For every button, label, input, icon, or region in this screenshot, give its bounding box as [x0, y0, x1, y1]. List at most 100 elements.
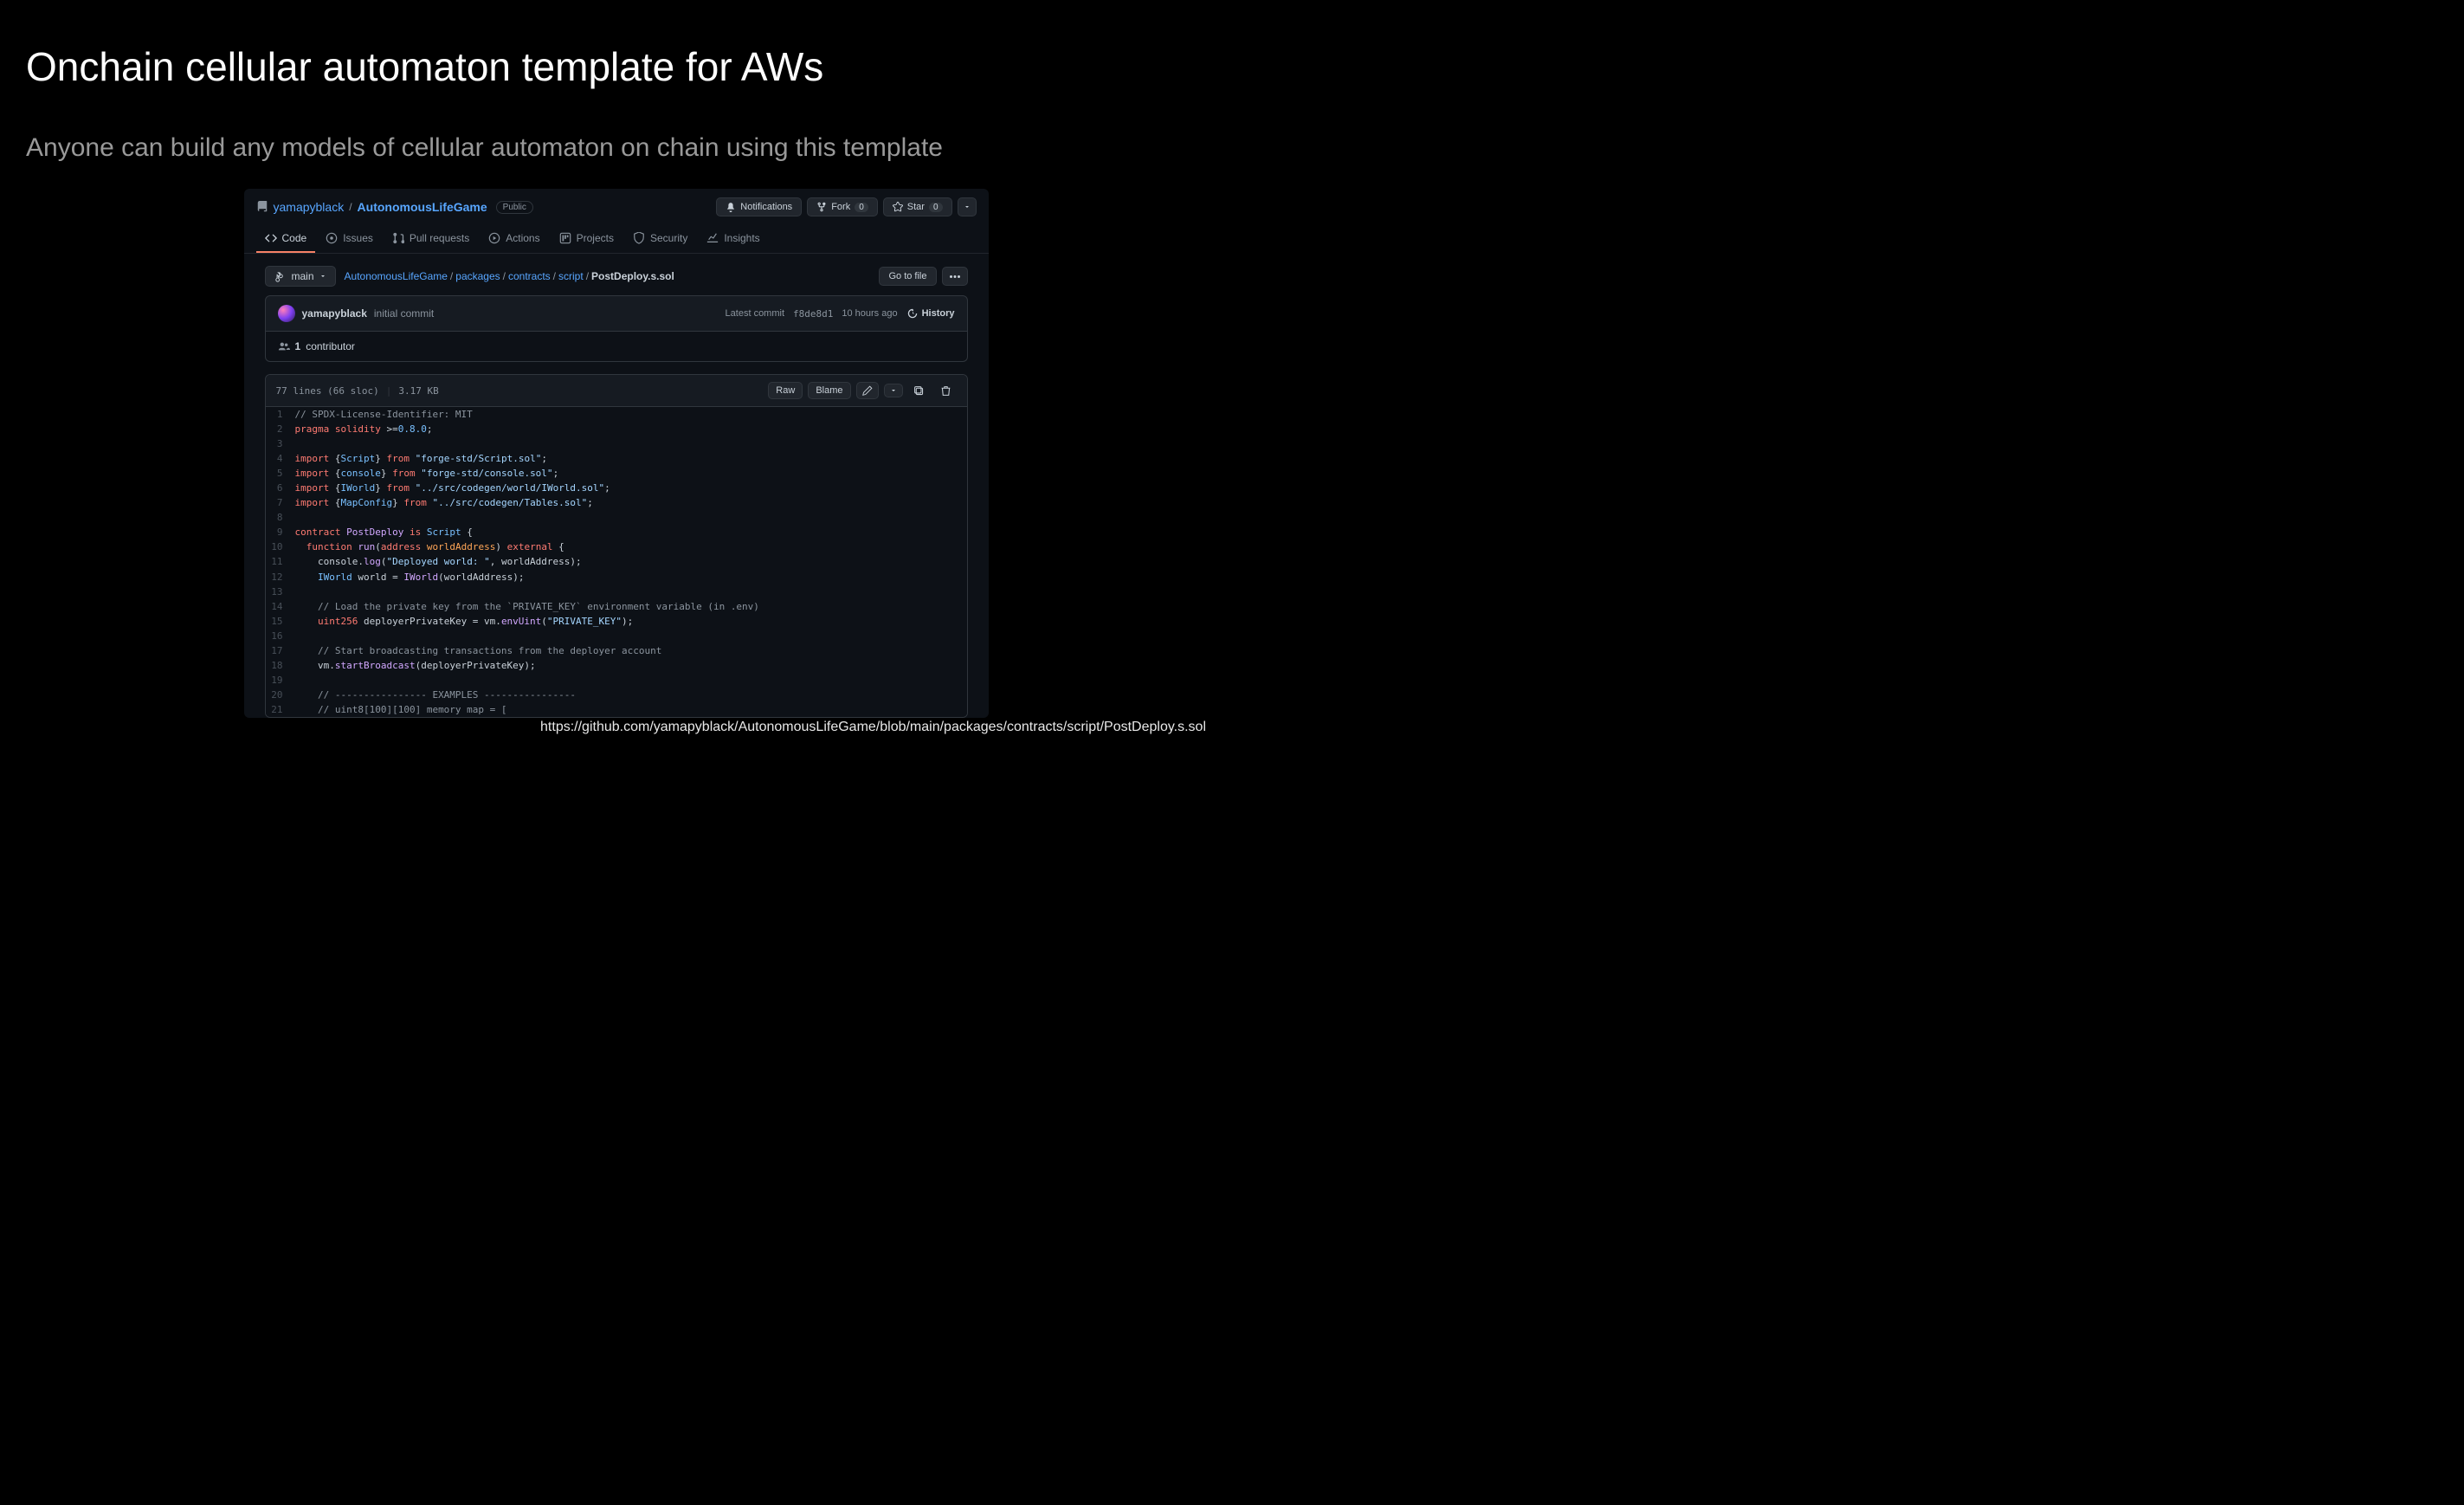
commit-sha[interactable]: f8de8d1 [793, 308, 833, 320]
tab-actions[interactable]: Actions [480, 225, 548, 253]
line-number[interactable]: 14 [266, 599, 295, 614]
tab-projects[interactable]: Projects [551, 225, 622, 253]
file-size: 3.17 KB [398, 385, 438, 397]
line-number[interactable]: 2 [266, 422, 295, 436]
line-number[interactable]: 13 [266, 585, 295, 599]
tab-insights[interactable]: Insights [698, 225, 768, 253]
code-header: 77 lines (66 sloc) | 3.17 KB Raw Blame [266, 375, 967, 407]
footer-url: https://github.com/yamapyblack/Autonomou… [540, 720, 1206, 735]
slide-title: Onchain cellular automaton template for … [26, 43, 1206, 90]
line-content: contract PostDeploy is Script { [295, 525, 473, 539]
history-button[interactable]: History [906, 307, 955, 320]
line-content: import {IWorld} from "../src/codegen/wor… [295, 481, 610, 495]
line-content: import {console} from "forge-std/console… [295, 466, 559, 481]
line-number[interactable]: 5 [266, 466, 295, 481]
code-body[interactable]: 1// SPDX-License-Identifier: MIT2pragma … [266, 407, 967, 717]
raw-button[interactable]: Raw [768, 382, 803, 399]
code-line: 20 // ---------------- EXAMPLES --------… [266, 688, 967, 702]
repo-name-link[interactable]: AutonomousLifeGame [358, 200, 487, 214]
line-number[interactable]: 18 [266, 658, 295, 673]
code-line: 15 uint256 deployerPrivateKey = vm.envUi… [266, 614, 967, 629]
code-line: 14 // Load the private key from the `PRI… [266, 599, 967, 614]
line-number[interactable]: 15 [266, 614, 295, 629]
tab-code[interactable]: Code [256, 225, 316, 253]
slide-subtitle: Anyone can build any models of cellular … [26, 133, 1206, 163]
contributors-bar[interactable]: 1 contributor [265, 332, 968, 362]
code-line: 12 IWorld world = IWorld(worldAddress); [266, 570, 967, 585]
line-number[interactable]: 3 [266, 436, 295, 451]
file-more-button[interactable] [942, 267, 968, 286]
copy-button[interactable] [908, 383, 930, 399]
caret-down-icon [890, 387, 897, 394]
fork-button[interactable]: Fork 0 [807, 197, 878, 216]
code-line: 19 [266, 673, 967, 688]
line-number[interactable]: 7 [266, 495, 295, 510]
line-number[interactable]: 6 [266, 481, 295, 495]
code-icon [265, 232, 277, 244]
line-number[interactable]: 21 [266, 702, 295, 717]
notifications-button[interactable]: Notifications [716, 197, 802, 216]
code-line: 18 vm.startBroadcast(deployerPrivateKey)… [266, 658, 967, 673]
line-number[interactable]: 9 [266, 525, 295, 539]
line-content: // ---------------- EXAMPLES -----------… [295, 688, 577, 702]
line-content: // uint8[100][100] memory map = [ [295, 702, 507, 717]
breadcrumb-contracts[interactable]: contracts [508, 270, 551, 282]
line-number[interactable]: 16 [266, 629, 295, 643]
history-icon [906, 307, 919, 320]
contributor-count: 1 [295, 340, 301, 352]
line-number[interactable]: 12 [266, 570, 295, 585]
star-button[interactable]: Star 0 [883, 197, 952, 216]
line-content: function run(address worldAddress) exter… [295, 539, 564, 554]
line-number[interactable]: 20 [266, 688, 295, 702]
tab-security[interactable]: Security [624, 225, 696, 253]
tab-pulls[interactable]: Pull requests [384, 225, 478, 253]
line-number[interactable]: 4 [266, 451, 295, 466]
code-line: 2pragma solidity >=0.8.0; [266, 422, 967, 436]
pull-request-icon [392, 232, 404, 244]
go-to-file-button[interactable]: Go to file [879, 267, 936, 286]
code-box: 77 lines (66 sloc) | 3.17 KB Raw Blame [265, 374, 968, 718]
edit-dropdown-button[interactable] [884, 384, 903, 397]
line-content: uint256 deployerPrivateKey = vm.envUint(… [295, 614, 634, 629]
line-content: // SPDX-License-Identifier: MIT [295, 407, 473, 422]
tab-security-label: Security [650, 232, 687, 244]
code-line: 9contract PostDeploy is Script { [266, 525, 967, 539]
breadcrumb-script[interactable]: script [558, 270, 584, 282]
edit-button[interactable] [856, 382, 879, 399]
line-number[interactable]: 8 [266, 510, 295, 525]
tab-insights-label: Insights [724, 232, 759, 244]
tab-issues[interactable]: Issues [317, 225, 382, 253]
commit-author[interactable]: yamapyblack [302, 307, 367, 320]
line-content: import {MapConfig} from "../src/codegen/… [295, 495, 593, 510]
line-content: console.log("Deployed world: ", worldAdd… [295, 554, 582, 569]
star-dropdown-button[interactable] [958, 197, 977, 216]
caret-down-icon [319, 273, 326, 280]
line-content: import {Script} from "forge-std/Script.s… [295, 451, 547, 466]
tab-actions-label: Actions [506, 232, 539, 244]
line-number[interactable]: 10 [266, 539, 295, 554]
code-line: 3 [266, 436, 967, 451]
code-line: 6import {IWorld} from "../src/codegen/wo… [266, 481, 967, 495]
repo-owner-link[interactable]: yamapyblack [274, 200, 345, 214]
line-number[interactable]: 11 [266, 554, 295, 569]
github-screenshot: yamapyblack / AutonomousLifeGame Public … [244, 189, 989, 718]
notifications-label: Notifications [740, 202, 792, 212]
trash-icon [940, 385, 951, 397]
breadcrumb-packages[interactable]: packages [455, 270, 500, 282]
line-number[interactable]: 17 [266, 643, 295, 658]
line-number[interactable]: 1 [266, 407, 295, 422]
actions-icon [488, 232, 500, 244]
delete-button[interactable] [935, 383, 957, 399]
branch-icon [274, 270, 287, 282]
kebab-icon [950, 275, 960, 278]
commit-message[interactable]: initial commit [374, 307, 434, 320]
contributor-label: contributor [306, 340, 355, 352]
bell-icon [726, 202, 736, 212]
blame-button[interactable]: Blame [808, 382, 850, 399]
branch-selector-button[interactable]: main [265, 266, 336, 287]
breadcrumb-root[interactable]: AutonomousLifeGame [345, 270, 448, 282]
code-line: 1// SPDX-License-Identifier: MIT [266, 407, 967, 422]
author-avatar[interactable] [278, 305, 295, 322]
line-number[interactable]: 19 [266, 673, 295, 688]
line-content: pragma solidity >=0.8.0; [295, 422, 433, 436]
